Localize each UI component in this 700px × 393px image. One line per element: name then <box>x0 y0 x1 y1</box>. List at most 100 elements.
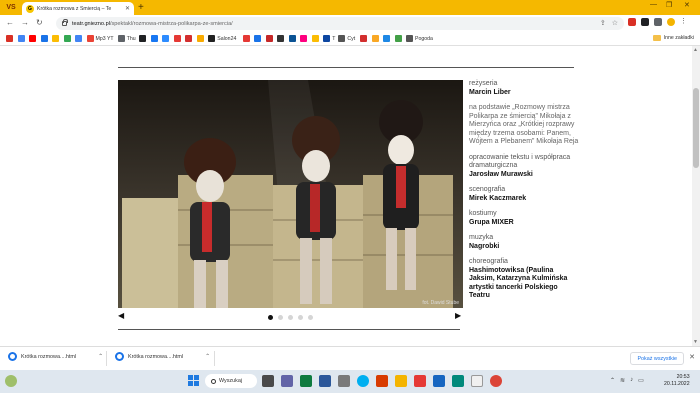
wifi-icon[interactable]: ≋ <box>620 377 625 384</box>
bookmark-label: Thu <box>126 35 136 42</box>
bookmark-item[interactable] <box>277 35 285 42</box>
bookmark-item[interactable]: Salon24 <box>208 35 236 42</box>
carousel-dot[interactable] <box>308 315 313 320</box>
bookmark-item[interactable] <box>17 35 25 42</box>
settings-gear-icon[interactable] <box>338 375 350 387</box>
credit-role: opracowanie tekstu i współpraca dramatur… <box>469 153 571 170</box>
bookmark-item[interactable] <box>311 35 319 42</box>
bookmark-item[interactable] <box>40 35 48 42</box>
close-tab-icon[interactable]: ✕ <box>125 5 130 12</box>
battery-icon[interactable]: ▭ <box>638 377 644 384</box>
bookmark-label: T <box>332 35 336 42</box>
performance-photo[interactable]: fot. Dawid Stube <box>118 80 463 308</box>
app-icon[interactable] <box>376 375 388 387</box>
divider-line-bottom <box>118 329 460 330</box>
bookmark-item[interactable] <box>185 35 193 42</box>
new-tab-button[interactable]: + <box>138 2 144 13</box>
app-icon[interactable] <box>300 375 312 387</box>
taskbar-search[interactable]: Wyszukaj <box>205 374 257 388</box>
taskbar-clock[interactable]: 20:53 20.11.2022 <box>664 374 690 388</box>
close-window-icon[interactable]: ✕ <box>684 1 690 9</box>
bookmark-item[interactable] <box>288 35 296 42</box>
bookmark-item[interactable]: Cyt <box>338 35 355 42</box>
bookmark-star-icon[interactable]: ☆ <box>612 19 618 27</box>
app-icon[interactable] <box>452 375 464 387</box>
extensions-puzzle-icon[interactable] <box>641 18 649 26</box>
bookmark-item[interactable] <box>75 35 82 42</box>
bookmark-item[interactable]: Thu <box>117 35 136 42</box>
bookmark-item[interactable] <box>242 35 250 42</box>
bookmark-item[interactable] <box>173 35 181 42</box>
close-downloads-bar-icon[interactable]: ✕ <box>689 353 695 361</box>
task-view-icon[interactable] <box>262 375 274 387</box>
notepad-icon[interactable] <box>471 375 483 387</box>
bookmark-item[interactable] <box>254 35 262 42</box>
download-item[interactable]: Krótka rozmowa....html ⌃ <box>8 352 103 361</box>
lock-icon[interactable] <box>62 19 68 26</box>
app-icon[interactable] <box>414 375 426 387</box>
reload-icon[interactable]: ↻ <box>36 18 43 27</box>
bookmark-item[interactable] <box>394 35 402 42</box>
app-icon[interactable] <box>319 375 331 387</box>
app-icon[interactable] <box>433 375 445 387</box>
start-button[interactable] <box>188 375 199 386</box>
scroll-down-arrow-icon[interactable]: ▼ <box>693 339 698 345</box>
share-icon[interactable]: ⇪ <box>600 19 606 27</box>
show-all-downloads-button[interactable]: Pokaż wszystkie <box>630 352 684 365</box>
bookmark-item[interactable] <box>371 35 379 42</box>
chevron-up-icon[interactable]: ⌃ <box>98 353 103 360</box>
skype-icon[interactable] <box>357 375 369 387</box>
carousel-dot[interactable] <box>288 315 293 320</box>
extension-icon[interactable] <box>628 18 636 26</box>
show-hidden-icons-icon[interactable]: ⌃ <box>610 377 615 384</box>
maximize-window-icon[interactable]: ❐ <box>666 1 672 9</box>
profile-avatar-icon[interactable] <box>667 18 675 26</box>
scrollbar-thumb[interactable] <box>693 88 699 168</box>
credit-entry: scenografia Mirek Kaczmarek <box>469 186 579 203</box>
bookmark-item[interactable] <box>162 35 170 42</box>
tab-search-button[interactable]: VS <box>4 2 18 13</box>
scroll-up-arrow-icon[interactable]: ▲ <box>693 47 698 53</box>
bookmark-item[interactable]: T <box>323 35 335 42</box>
bookmark-favicon-icon <box>173 35 181 42</box>
teams-chat-icon[interactable] <box>281 375 293 387</box>
bookmark-item[interactable] <box>360 35 367 42</box>
back-arrow-icon[interactable]: ← <box>6 18 14 27</box>
address-bar[interactable]: teatr.gniezno.pl /spektakl/rozmowa-mistr… <box>56 17 624 30</box>
browser-tab-active[interactable]: G Krótka rozmowa z Śmiercią – Te ✕ <box>22 2 134 15</box>
bookmark-item[interactable] <box>63 35 71 42</box>
credit-entry: choreografia Hashimotowiksa (Paulina Jaks… <box>469 258 579 301</box>
bookmark-item[interactable]: Pogoda <box>406 35 433 42</box>
forward-arrow-icon[interactable]: → <box>21 18 29 27</box>
minimize-window-icon[interactable]: — <box>650 1 657 8</box>
chrome-icon[interactable] <box>490 375 502 387</box>
carousel-prev-arrow-icon[interactable]: ◀ <box>118 311 124 320</box>
carousel-dot[interactable] <box>298 315 303 320</box>
more-menu-icon[interactable]: ⋮ <box>680 18 688 26</box>
chevron-up-icon[interactable]: ⌃ <box>205 353 210 360</box>
page-scrollbar[interactable]: ▲ ▼ <box>692 46 700 346</box>
bookmark-item[interactable]: Mp3 YT <box>86 35 114 42</box>
sidebar-icon[interactable] <box>654 18 662 26</box>
other-bookmarks-folder[interactable]: Inne zakładki <box>652 35 694 41</box>
carousel-dot[interactable] <box>268 315 273 320</box>
credit-role: scenografia <box>469 186 506 193</box>
bookmark-item[interactable] <box>29 35 36 42</box>
file-explorer-icon[interactable] <box>395 375 407 387</box>
photo-credit: fot. Dawid Stube <box>422 300 459 306</box>
bookmark-item[interactable] <box>300 35 308 42</box>
carousel-dot[interactable] <box>278 315 283 320</box>
bookmark-item[interactable] <box>52 35 59 42</box>
bookmark-item[interactable] <box>196 35 204 42</box>
bookmark-item[interactable] <box>383 35 390 42</box>
weather-widget-icon[interactable] <box>5 375 17 387</box>
bookmark-item[interactable] <box>6 35 13 42</box>
bookmark-item[interactable] <box>139 35 147 42</box>
bookmark-item[interactable] <box>150 35 158 42</box>
credit-name: Jarosław Murawski <box>469 170 533 178</box>
download-item[interactable]: Krótka rozmowa....html ⌃ <box>115 352 210 361</box>
carousel-next-arrow-icon[interactable]: ▶ <box>455 311 461 320</box>
volume-icon[interactable]: ♪ <box>630 377 633 384</box>
credit-name: Grupa MIXER <box>469 218 514 226</box>
bookmark-item[interactable] <box>265 35 273 42</box>
